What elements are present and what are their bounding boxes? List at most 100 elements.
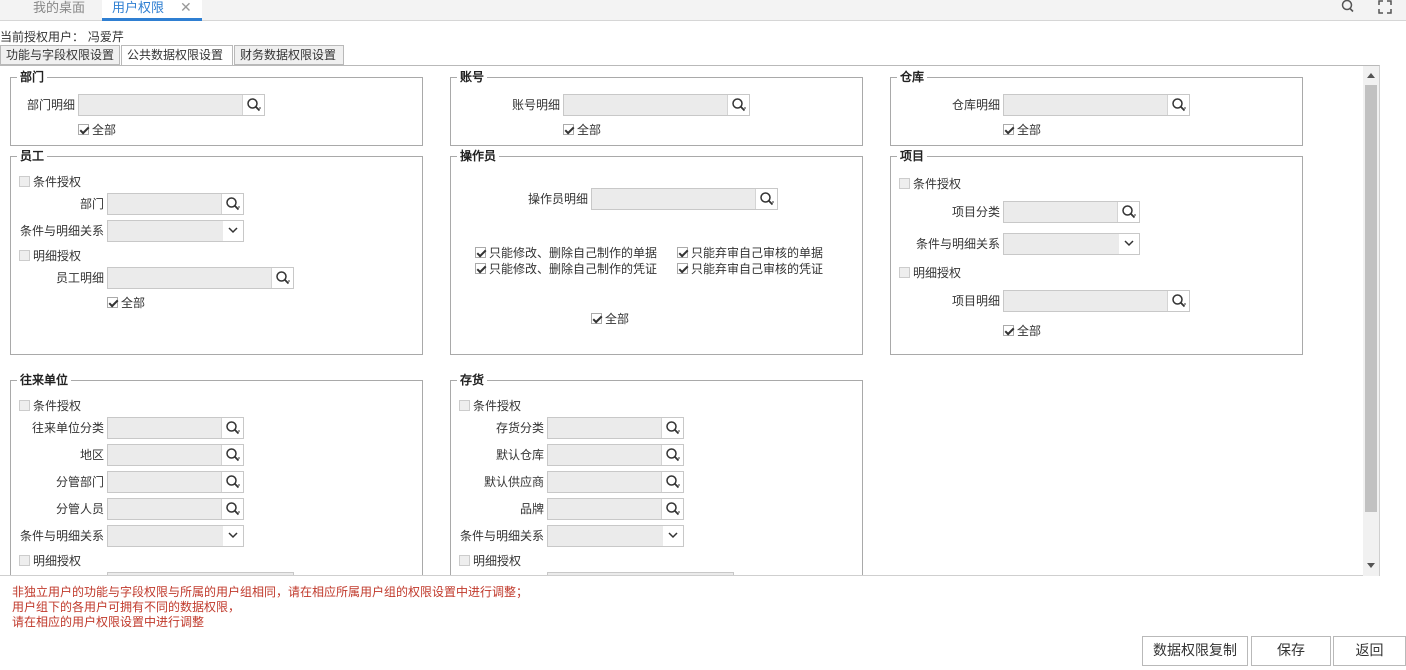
chevron-down-icon[interactable] xyxy=(223,221,243,241)
magnifier-icon[interactable] xyxy=(1167,95,1189,115)
magnifier-icon[interactable] xyxy=(221,445,243,465)
tab-user-permission[interactable]: 用户权限 ✕ xyxy=(102,0,202,21)
account-detail-input[interactable] xyxy=(563,94,750,116)
project-category-input[interactable] xyxy=(1003,201,1140,223)
partner-dept-input[interactable] xyxy=(107,471,244,493)
project-detail-input[interactable] xyxy=(1003,290,1190,312)
operator-opt2-checkbox[interactable]: 只能弃审自己审核的单据 xyxy=(677,246,823,260)
subtab-finance-data[interactable]: 财务数据权限设置 xyxy=(234,45,344,65)
back-button[interactable]: 返回 xyxy=(1333,636,1406,666)
warehouse-group-title: 仓库 xyxy=(897,70,928,84)
operator-opt1-checkbox[interactable]: 只能修改、删除自己制作的单据 xyxy=(475,246,657,260)
chevron-down-icon[interactable] xyxy=(223,526,243,546)
inventory-brand-label: 品牌 xyxy=(519,502,544,516)
employee-detail-input[interactable] xyxy=(107,267,294,289)
magnifier-icon[interactable] xyxy=(661,445,683,465)
magnifier-icon[interactable] xyxy=(755,189,777,209)
operator-opt3-checkbox[interactable]: 只能修改、删除自己制作的凭证 xyxy=(475,262,657,276)
project-detail-label: 项目明细 xyxy=(951,294,1000,308)
operator-detail-label: 操作员明细 xyxy=(527,192,588,206)
chevron-down-icon[interactable] xyxy=(663,526,683,546)
search-icon[interactable] xyxy=(1340,0,1362,16)
magnifier-icon[interactable] xyxy=(661,472,683,492)
magnifier-icon[interactable] xyxy=(661,418,683,438)
magnifier-icon[interactable] xyxy=(727,95,749,115)
inventory-relation-select[interactable] xyxy=(547,525,684,547)
auth-user-label: 当前授权用户： 冯爱芹 xyxy=(0,30,124,44)
partner-detail-input[interactable] xyxy=(107,572,294,575)
account-detail-label: 账号明细 xyxy=(511,98,560,112)
inventory-detail-input[interactable] xyxy=(547,572,734,575)
warehouse-all-checkbox[interactable]: 全部 xyxy=(1003,123,1041,137)
fullscreen-icon[interactable] xyxy=(1378,0,1400,16)
employee-all-checkbox[interactable]: 全部 xyxy=(107,296,145,310)
scroll-thumb[interactable] xyxy=(1365,85,1377,512)
operator-all-checkbox[interactable]: 全部 xyxy=(591,312,629,326)
note-line-3: 请在相应的用户权限设置中进行调整 xyxy=(12,615,205,629)
checkbox-box xyxy=(475,263,486,274)
subtab-bar: 功能与字段权限设置 公共数据权限设置 财务数据权限设置 xyxy=(0,45,1406,66)
save-button[interactable]: 保存 xyxy=(1251,636,1331,666)
inventory-category-input[interactable] xyxy=(547,417,684,439)
employee-relation-select[interactable] xyxy=(107,220,244,242)
magnifier-icon[interactable] xyxy=(661,499,683,519)
checkbox-box xyxy=(677,247,688,258)
project-cond-auth-checkbox[interactable]: 条件授权 xyxy=(899,177,961,191)
partner-dept-label: 分管部门 xyxy=(55,475,104,489)
project-all-checkbox[interactable]: 全部 xyxy=(1003,324,1041,338)
scroll-up-icon[interactable] xyxy=(1367,73,1375,78)
project-group: 项目 条件授权 项目分类 条件与明细关系 明细授权 项目明细 全部 xyxy=(890,149,1303,355)
inventory-cond-auth-checkbox[interactable]: 条件授权 xyxy=(459,399,521,413)
employee-detail-label: 员工明细 xyxy=(55,271,104,285)
partner-region-input[interactable] xyxy=(107,444,244,466)
partner-category-input[interactable] xyxy=(107,417,244,439)
employee-cond-auth-checkbox[interactable]: 条件授权 xyxy=(19,175,81,189)
dept-detail-input[interactable] xyxy=(78,94,265,116)
vertical-scrollbar[interactable] xyxy=(1363,66,1379,576)
operator-detail-input[interactable] xyxy=(591,188,778,210)
inventory-brand-input[interactable] xyxy=(547,498,684,520)
top-tab-bar: 我的桌面 用户权限 ✕ xyxy=(0,0,1406,21)
subtab-public-data[interactable]: 公共数据权限设置 xyxy=(121,45,233,66)
checkbox-box xyxy=(459,400,470,411)
operator-group: 操作员 操作员明细 只能修改、删除自己制作的单据 只能弃审自己审核的单据 只能修… xyxy=(450,149,863,355)
project-detail-auth-checkbox[interactable]: 明细授权 xyxy=(899,266,961,280)
note-line-1: 非独立用户的功能与字段权限与所属的用户组相同，请在相应所属用户组的权限设置中进行… xyxy=(12,585,529,599)
partner-cond-auth-checkbox[interactable]: 条件授权 xyxy=(19,399,81,413)
partner-group-title: 往来单位 xyxy=(17,373,72,387)
warehouse-detail-label: 仓库明细 xyxy=(951,98,1000,112)
inventory-warehouse-input[interactable] xyxy=(547,444,684,466)
inventory-supplier-input[interactable] xyxy=(547,471,684,493)
partner-relation-select[interactable] xyxy=(107,525,244,547)
account-all-checkbox[interactable]: 全部 xyxy=(563,123,601,137)
checkbox-label: 只能弃审自己审核的单据 xyxy=(691,246,824,260)
partner-person-input[interactable] xyxy=(107,498,244,520)
scroll-down-icon[interactable] xyxy=(1367,563,1375,568)
warehouse-detail-input[interactable] xyxy=(1003,94,1190,116)
inventory-detail-auth-checkbox[interactable]: 明细授权 xyxy=(459,554,521,568)
close-icon[interactable]: ✕ xyxy=(180,0,192,17)
checkbox-label: 只能修改、删除自己制作的凭证 xyxy=(489,262,658,276)
operator-opt4-checkbox[interactable]: 只能弃审自己审核的凭证 xyxy=(677,262,823,276)
magnifier-icon[interactable] xyxy=(221,194,243,214)
magnifier-icon[interactable] xyxy=(1167,291,1189,311)
checkbox-box xyxy=(19,555,30,566)
magnifier-icon[interactable] xyxy=(242,95,264,115)
copy-permission-button[interactable]: 数据权限复制 xyxy=(1142,636,1248,666)
employee-dept-input[interactable] xyxy=(107,193,244,215)
employee-detail-auth-checkbox[interactable]: 明细授权 xyxy=(19,249,81,263)
magnifier-icon[interactable] xyxy=(221,472,243,492)
chevron-down-icon[interactable] xyxy=(1119,234,1139,254)
checkbox-label: 明细授权 xyxy=(913,266,962,280)
magnifier-icon[interactable] xyxy=(221,418,243,438)
subtab-function-field[interactable]: 功能与字段权限设置 xyxy=(0,45,120,65)
magnifier-icon[interactable] xyxy=(271,268,293,288)
dept-all-checkbox[interactable]: 全部 xyxy=(78,123,116,137)
magnifier-icon[interactable] xyxy=(221,499,243,519)
checkbox-box xyxy=(591,313,602,324)
tab-desktop[interactable]: 我的桌面 xyxy=(20,0,98,21)
project-relation-select[interactable] xyxy=(1003,233,1140,255)
checkbox-label: 条件授权 xyxy=(33,175,82,189)
magnifier-icon[interactable] xyxy=(1117,202,1139,222)
partner-detail-auth-checkbox[interactable]: 明细授权 xyxy=(19,554,81,568)
